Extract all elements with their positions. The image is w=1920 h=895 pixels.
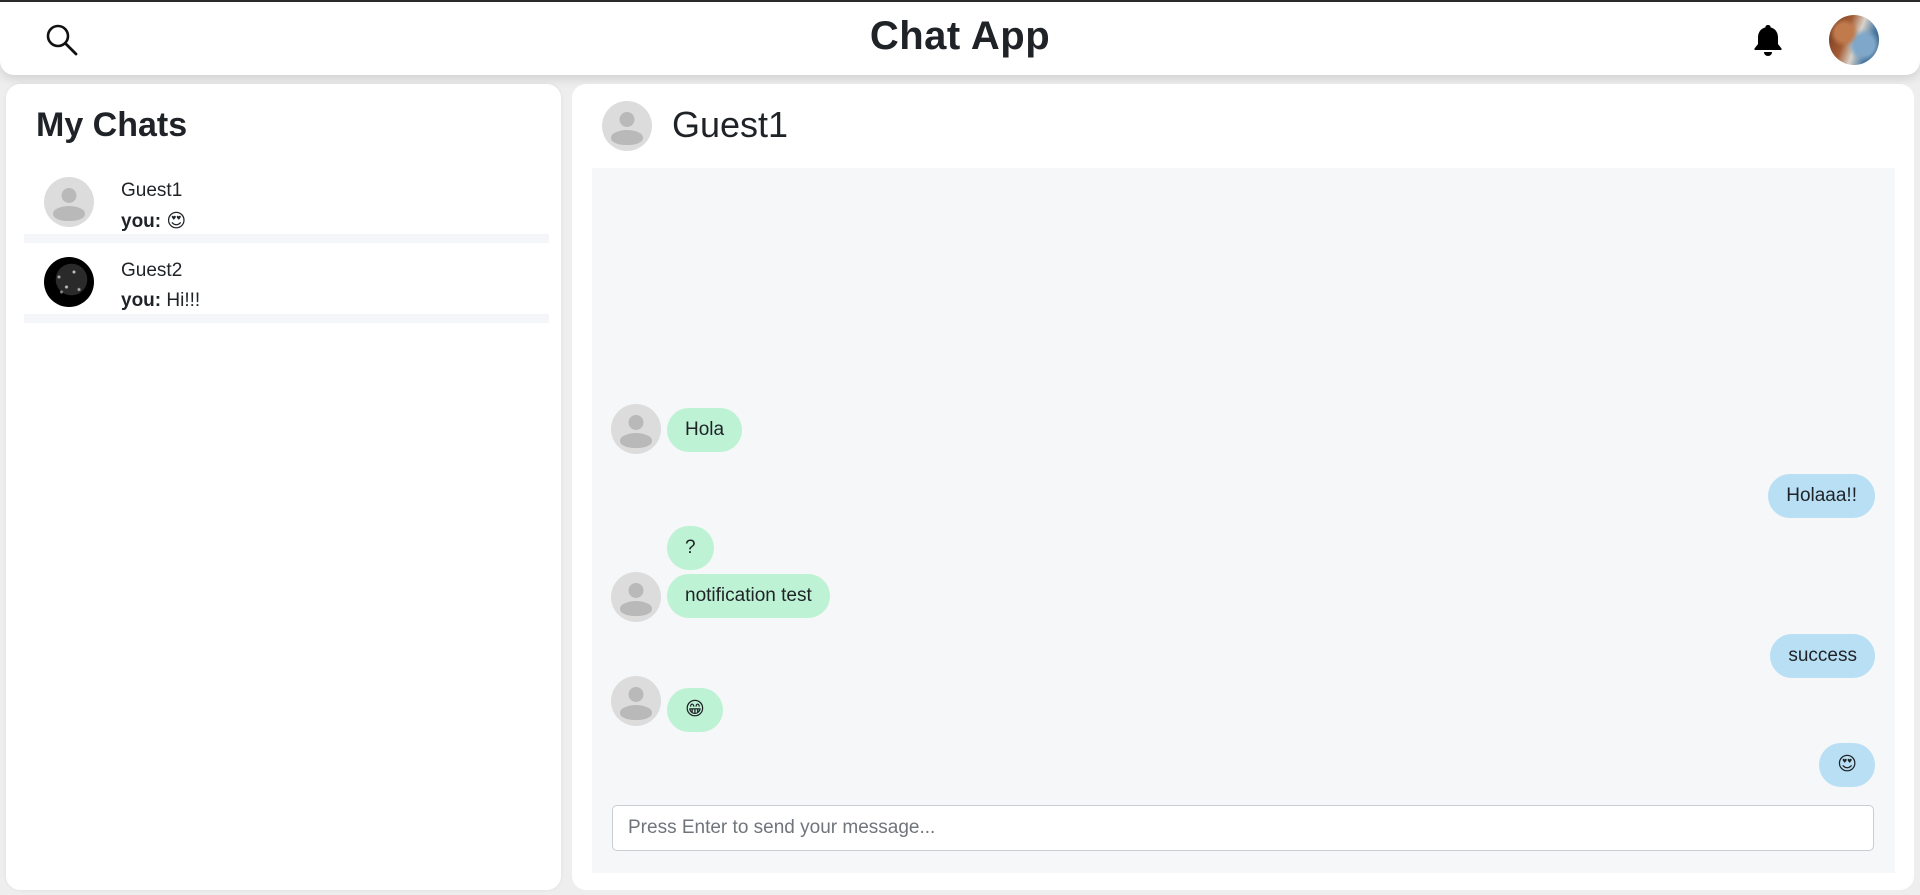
message-bubble-received: ? [667,526,714,570]
message-bubble-sent: 😍 [1819,743,1875,787]
chat-preview-sender: you: [121,211,162,232]
chat-preview-text: 😍 [166,211,187,232]
guest2-avatar [44,257,94,307]
message-bubble-received: 😁 [667,688,723,732]
bell-icon [1754,25,1782,56]
chat-preview-sender: you: [121,290,162,311]
chat-list: Guest1 you: 😍 Guest2 you: Hi!!! [24,172,549,332]
message-bubble-received: notification test [667,574,830,618]
conversation-avatar [602,101,652,151]
my-chats-title: My Chats [36,106,188,144]
chat-name: Guest1 [121,180,183,201]
message-input[interactable] [613,806,1873,850]
conversation-title: Guest1 [672,104,789,145]
search-icon [46,24,78,56]
top-bar: Chat App [0,0,1920,75]
chat-preview-text: Hi!!! [166,290,201,311]
my-chats-panel: My Chats Guest1 you: 😍 Guest2 you: Hi!!! [6,84,561,890]
chat-name: Guest2 [121,260,183,281]
search-button[interactable] [42,20,82,60]
chat-item-guest1[interactable]: Guest1 you: 😍 [24,172,549,243]
sender-avatar [611,676,661,726]
chat-item-guest2[interactable]: Guest2 you: Hi!!! [24,252,549,323]
message-bubble-received: Hola [667,408,743,452]
sender-avatar [611,404,661,454]
sender-avatar [611,572,661,622]
chat-preview: you: 😍 [121,210,186,233]
app-title: Chat App [869,14,1051,58]
messages-area[interactable]: Hola Holaaa!! ? notification test succes… [592,168,1895,873]
message-input-wrapper [612,805,1874,851]
profile-avatar[interactable] [1829,15,1879,65]
guest1-avatar [44,177,94,227]
message-bubble-sent: success [1770,634,1875,678]
message-bubble-sent: Holaaa!! [1768,474,1875,518]
notification-button[interactable] [1750,22,1786,58]
chat-preview: you: Hi!!! [121,290,200,312]
conversation-panel: Guest1 Hola Holaaa!! ? notification test… [572,84,1914,890]
